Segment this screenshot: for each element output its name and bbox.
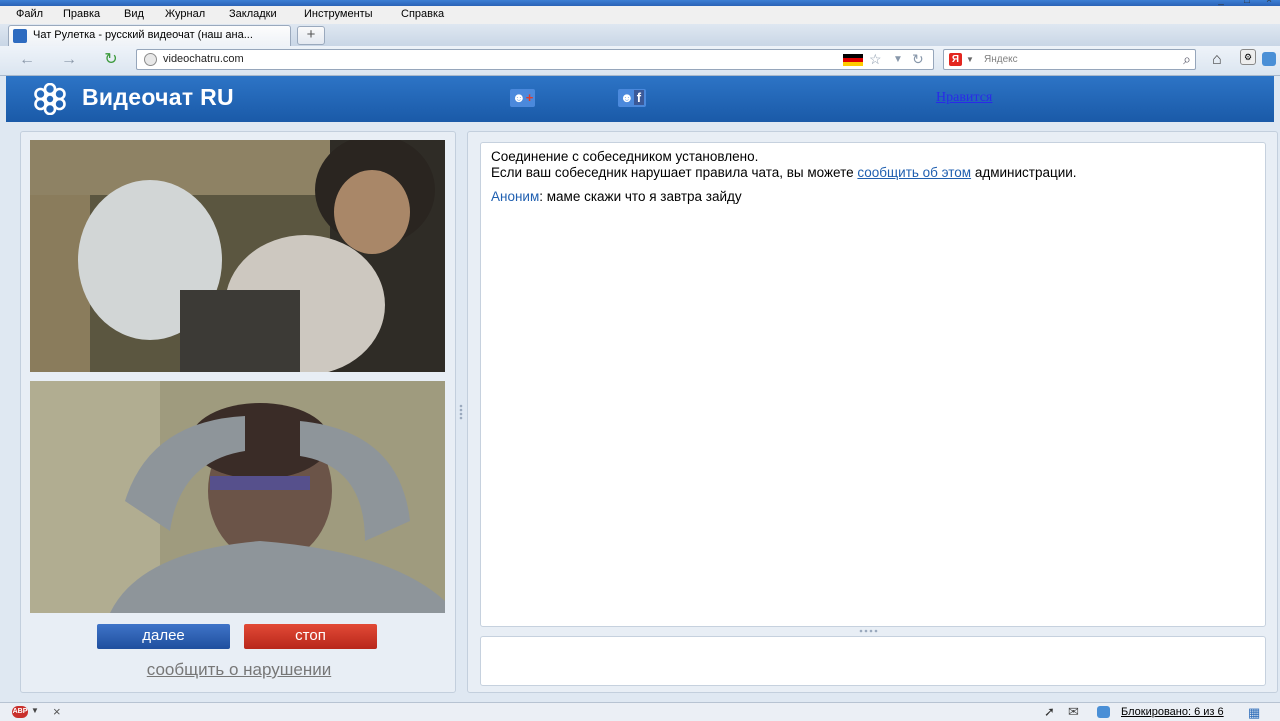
system-message-report: Если ваш собеседник нарушает правила чат… [491,165,1255,181]
partner-video [30,140,445,372]
google-plus-icon: ☻ [512,90,526,105]
facebook-label: f [633,90,645,105]
google-plus-button[interactable]: ☻+ [510,89,536,107]
message-separator: : [539,189,547,204]
menu-edit[interactable]: Правка [63,8,100,20]
status-bar: ABP ▼ × ➚ ✉ Блокировано: 6 из 6 ▦ [0,702,1280,721]
back-icon[interactable]: ← [16,51,38,69]
partner-video-frame [30,140,445,372]
menu-tools[interactable]: Инструменты [304,8,373,20]
search-input[interactable]: Яндекс [984,54,1018,65]
report-admin-link[interactable]: сообщить об этом [857,165,971,180]
bookmark-star-icon[interactable]: ☆ [869,51,882,68]
user-status-icon[interactable] [1097,706,1110,718]
germany-flag-icon [843,54,863,66]
search-bar[interactable]: Я ▼ Яндекс ⌕ [943,49,1196,70]
system-message: Соединение с собеседником установлено. [491,149,759,164]
menu-view[interactable]: Вид [124,8,144,20]
tab-title: Чат Рулетка - русский видеочат (наш ана.… [33,29,253,41]
system-message-prefix: Если ваш собеседник нарушает правила чат… [491,165,858,180]
forward-icon[interactable]: → [58,51,80,69]
cursor-icon[interactable]: ➚ [1044,704,1055,720]
next-button[interactable]: далее [97,624,230,649]
adblock-icon[interactable]: ABP [12,706,28,718]
site-logo-text[interactable]: Видеочат RU [82,84,234,111]
reload-icon[interactable]: ↻ [100,51,122,69]
new-tab-button[interactable]: + [297,26,325,45]
yandex-icon[interactable]: Я [949,53,962,66]
chat-input[interactable] [480,636,1266,686]
stop-button[interactable]: стоп [244,624,377,649]
search-icon[interactable]: ⌕ [1183,51,1191,68]
report-violation-link[interactable]: сообщить о нарушении [21,660,457,680]
url-text: videochatru.com [163,53,244,65]
search-engine-dropdown-icon[interactable]: ▼ [966,55,974,64]
chat-panel: Соединение с собеседником установлено. Е… [467,131,1278,693]
site-header: Видеочат RU ☻+ ☻ f Нравится [6,76,1274,122]
addon-icon[interactable]: ⚙ [1240,49,1256,65]
menu-bar: Файл Правка Вид Журнал Закладки Инструме… [0,6,1280,24]
vertical-splitter-handle[interactable] [458,404,464,420]
grid-icon[interactable]: ▦ [1248,705,1260,721]
like-link[interactable]: Нравится [936,90,992,106]
navigation-bar: ← → ↻ videochatru.com ☆ ▼ ↻ Я ▼ Яндекс ⌕… [0,46,1280,76]
menu-file[interactable]: Файл [16,8,43,20]
self-video-frame [30,381,445,613]
adblock-dropdown-icon[interactable]: ▼ [31,706,39,715]
self-video [30,381,445,613]
status-close-icon[interactable]: × [53,704,61,719]
site-favicon-icon [13,29,27,43]
menu-bookmarks[interactable]: Закладки [229,8,277,20]
google-plus-label: + [525,90,534,105]
dropdown-arrow-icon[interactable]: ▼ [893,54,903,65]
menu-help[interactable]: Справка [401,8,444,20]
chat-message: Аноним: маме скажи что я завтра зайду [491,189,1255,205]
facebook-button[interactable]: ☻ f [618,89,647,107]
refresh-icon[interactable]: ↻ [912,51,924,68]
horizontal-splitter-handle[interactable] [858,628,880,634]
mail-icon[interactable]: ✉ [1068,704,1079,720]
message-text: маме скажи что я завтра зайду [546,189,742,204]
home-icon[interactable]: ⌂ [1212,51,1222,69]
tab-active[interactable]: Чат Рулетка - русский видеочат (наш ана.… [8,25,291,46]
logo-icon [34,83,66,115]
chat-log[interactable]: Соединение с собеседником установлено. Е… [480,142,1266,627]
system-message-suffix: администрации. [971,165,1077,180]
facebook-user-icon: ☻ [620,90,634,105]
video-panel: далее стоп сообщить о нарушении [20,131,456,693]
addon-user-icon[interactable] [1262,52,1276,66]
blocked-counter[interactable]: Блокировано: 6 из 6 [1121,706,1224,718]
menu-history[interactable]: Журнал [165,8,205,20]
message-author: Аноним [491,189,540,204]
globe-icon [144,53,157,66]
tab-bar: Чат Рулетка - русский видеочат (наш ана.… [0,24,1280,47]
address-bar[interactable]: videochatru.com ☆ ▼ ↻ [136,49,934,70]
